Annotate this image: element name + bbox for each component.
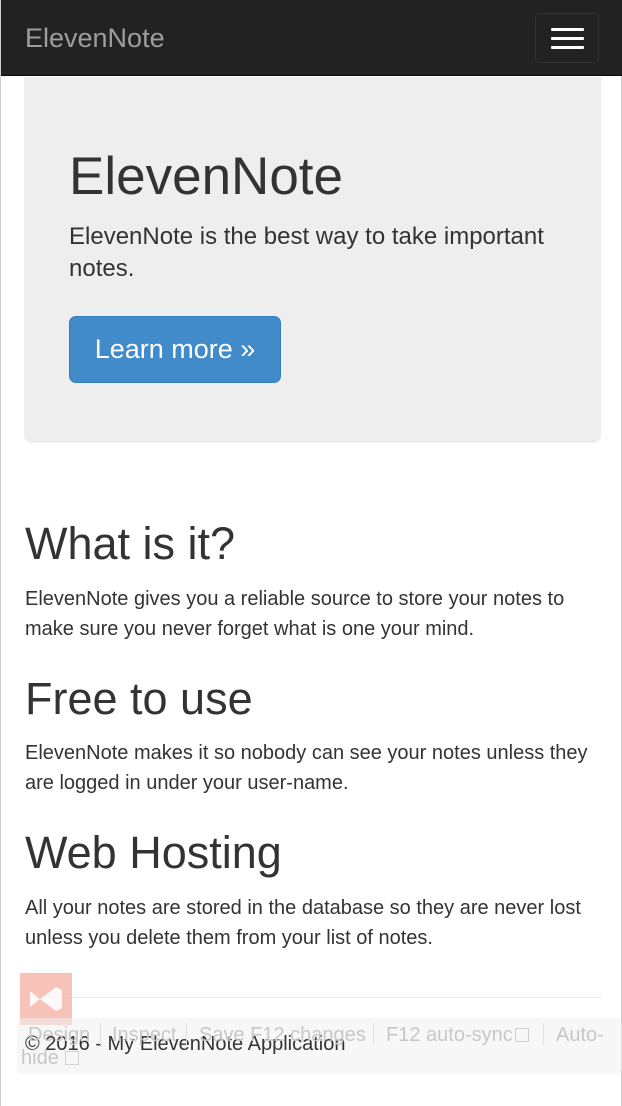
section-body-what-is-it: ElevenNote gives you a reliable source t… — [25, 588, 565, 640]
section-heading-free-to-use: Free to use — [25, 673, 253, 724]
section-body-web-hosting: All your notes are stored in the databas… — [25, 897, 581, 949]
navbar: ElevenNote — [1, 0, 622, 76]
jumbotron: ElevenNote ElevenNote is the best way to… — [24, 77, 601, 443]
browser-link-save-f12[interactable]: Save F12 changes — [199, 1022, 366, 1048]
toolbar-separator — [100, 1023, 101, 1045]
navbar-brand[interactable]: ElevenNote — [25, 22, 165, 54]
browser-link-auto-sync[interactable]: F12 auto-sync — [386, 1022, 513, 1048]
auto-hide-checkbox[interactable] — [65, 1051, 79, 1065]
footer-divider — [25, 997, 601, 998]
toolbar-separator — [186, 1023, 187, 1045]
section-heading-what-is-it: What is it? — [25, 518, 236, 569]
learn-more-button[interactable]: Learn more » — [69, 316, 281, 383]
jumbotron-title: ElevenNote — [69, 147, 344, 206]
navbar-toggle-button[interactable] — [535, 13, 599, 63]
jumbotron-lead: ElevenNote is the best way to take impor… — [69, 223, 544, 282]
browser-link-inspect[interactable]: Inspect — [112, 1022, 176, 1048]
browser-link-auto-hide[interactable]: Auto- — [556, 1022, 604, 1048]
auto-sync-checkbox[interactable] — [515, 1028, 529, 1042]
section-heading-web-hosting: Web Hosting — [25, 827, 282, 878]
toolbar-separator — [373, 1023, 374, 1045]
section-body-free-to-use: ElevenNote makes it so nobody can see yo… — [25, 742, 588, 794]
toolbar-separator — [543, 1023, 544, 1045]
browser-link-auto-hide-cont[interactable]: hide — [21, 1045, 59, 1071]
